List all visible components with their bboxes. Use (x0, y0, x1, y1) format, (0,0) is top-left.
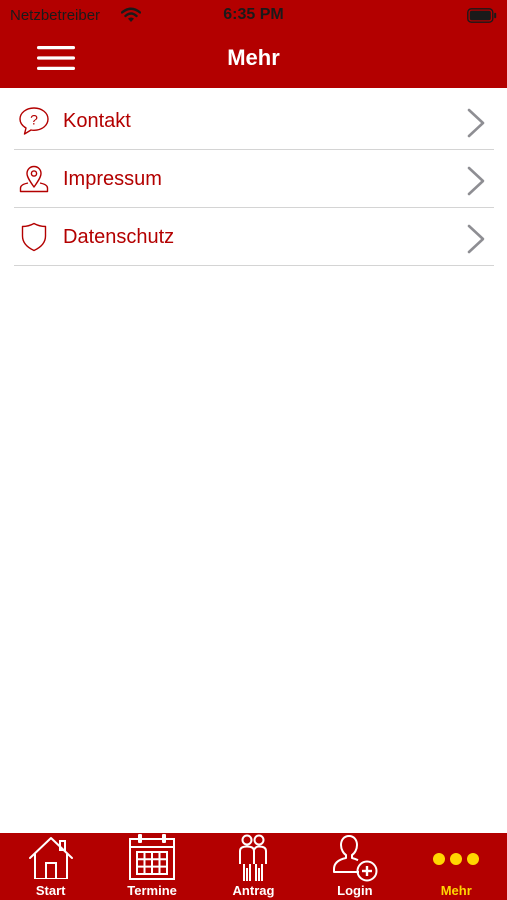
chevron-right-icon (467, 108, 485, 138)
map-pin-person-icon (19, 165, 49, 193)
status-bar: Netzbetreiber 6:35 PM (0, 0, 507, 30)
status-time: 6:35 PM (223, 6, 284, 23)
tab-label: Mehr (440, 883, 472, 898)
menu-item-impressum[interactable]: Impressum (14, 150, 494, 208)
menu-item-label: Datenschutz (63, 226, 175, 248)
tab-login[interactable]: Login (304, 833, 405, 900)
battery-icon (467, 8, 497, 23)
tab-antrag[interactable]: Antrag (203, 833, 304, 900)
tab-termine[interactable]: Termine (101, 833, 202, 900)
top-bar: Netzbetreiber 6:35 PM Mehr (0, 0, 507, 88)
house-icon (28, 837, 73, 879)
calendar-icon (129, 834, 176, 880)
people-icon (239, 834, 268, 881)
more-dots-icon (433, 853, 480, 865)
tab-bar: Start Termine Antrag Login Mehr (0, 833, 507, 900)
menu-item-label: Kontakt (63, 110, 131, 132)
chevron-right-icon (467, 166, 485, 196)
tab-label: Login (337, 883, 373, 898)
menu-item-label: Impressum (63, 168, 162, 190)
chevron-right-icon (467, 224, 485, 254)
svg-text:?: ? (30, 112, 38, 128)
shield-icon (21, 222, 47, 252)
app-screen: Netzbetreiber 6:35 PM Mehr ? Kontakt Imp… (0, 0, 507, 900)
tab-label: Antrag (232, 883, 275, 898)
tab-start[interactable]: Start (0, 833, 101, 900)
tab-label: Termine (127, 883, 177, 898)
menu-item-kontakt[interactable]: ? Kontakt (14, 92, 494, 150)
tab-mehr[interactable]: Mehr (406, 833, 507, 900)
page-title: Mehr (227, 45, 280, 70)
user-add-icon (332, 835, 378, 882)
menu-list: ? Kontakt Impressum Datenschutz (14, 92, 494, 266)
tab-label: Start (35, 883, 66, 898)
menu-item-datenschutz[interactable]: Datenschutz (14, 208, 494, 266)
speech-bubble-question-icon: ? (19, 107, 49, 135)
